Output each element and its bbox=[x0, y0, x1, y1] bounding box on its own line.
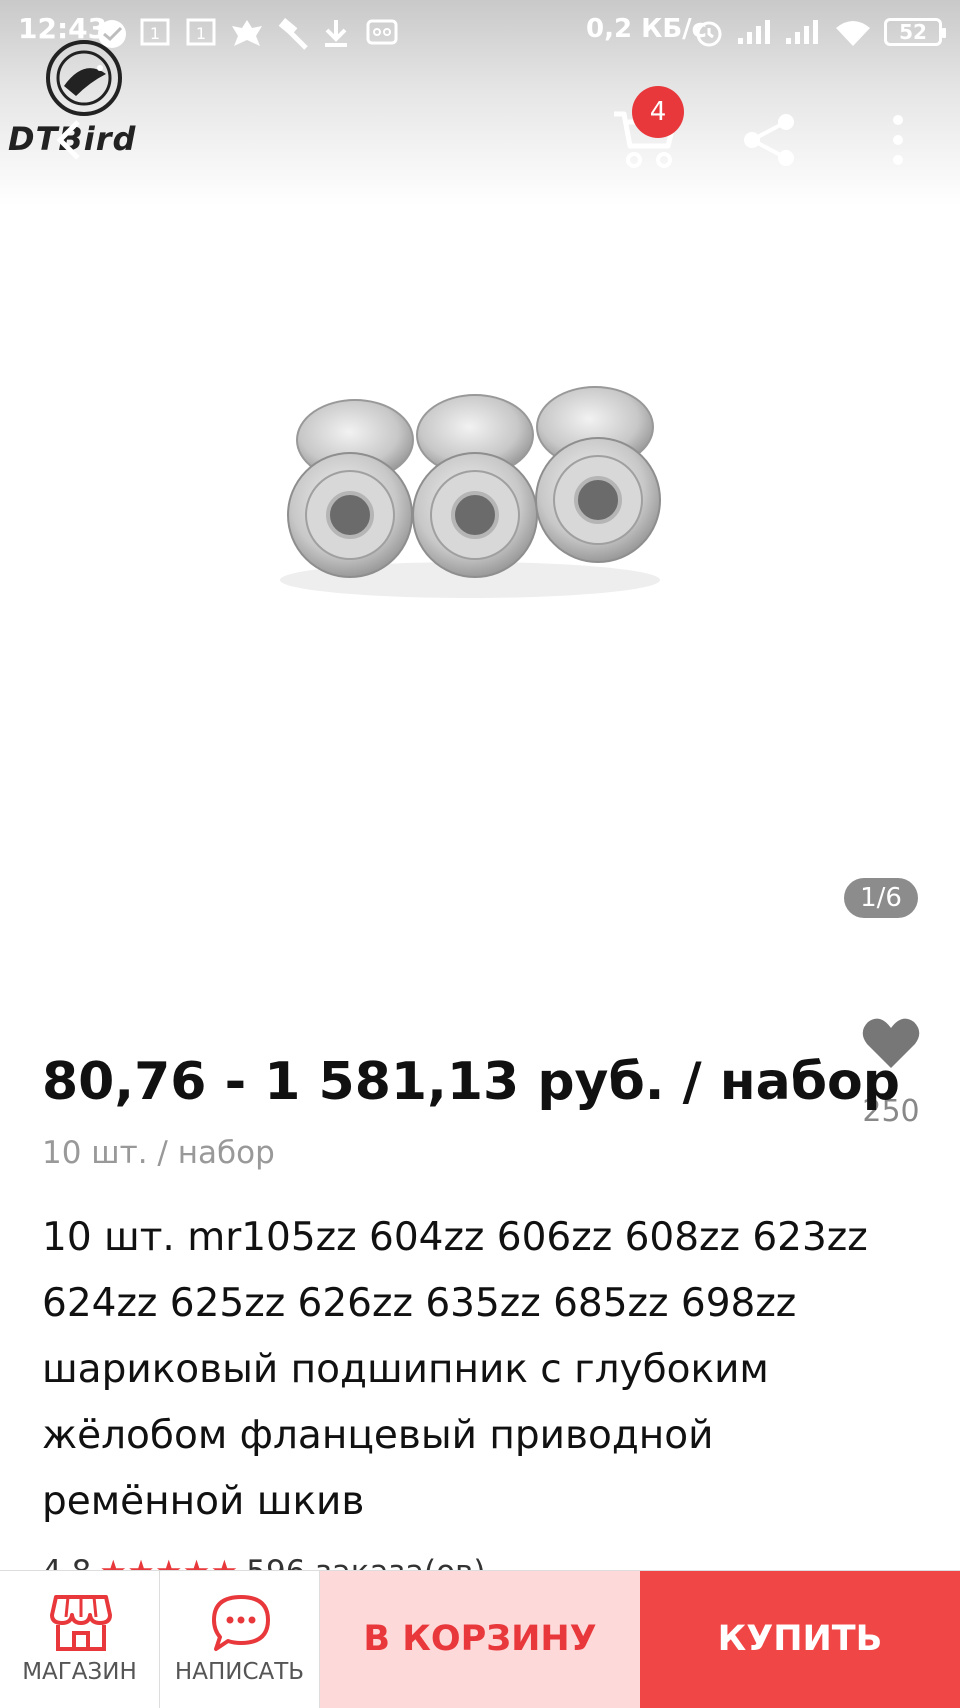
share-icon[interactable] bbox=[742, 112, 798, 168]
emblem-icon bbox=[230, 18, 264, 52]
cart-count-badge: 4 bbox=[632, 86, 684, 138]
product-price: 80,76 - 1 581,13 руб. / набор bbox=[42, 1052, 900, 1112]
sim2-icon: 1 bbox=[186, 18, 216, 50]
buy-now-button[interactable]: КУПИТЬ bbox=[640, 1571, 960, 1708]
bottom-action-bar: МАГАЗИН НАПИСАТЬ В КОРЗИНУ КУПИТЬ bbox=[0, 1570, 960, 1708]
signal1-icon bbox=[736, 18, 774, 50]
store-button[interactable]: МАГАЗИН bbox=[0, 1571, 160, 1708]
store-label: МАГАЗИН bbox=[22, 1659, 137, 1685]
battery-indicator: 52 bbox=[884, 18, 946, 46]
download-icon bbox=[322, 18, 350, 52]
network-speed: 0,2 КБ/с bbox=[586, 14, 708, 44]
signal2-icon bbox=[784, 18, 822, 50]
message-label: НАПИСАТЬ bbox=[174, 1659, 305, 1685]
back-icon[interactable] bbox=[54, 118, 84, 166]
product-title: 10 шт. mr105zz 604zz 606zz 608zz 623zz 6… bbox=[42, 1215, 868, 1524]
product-image-gallery[interactable] bbox=[0, 205, 960, 1010]
voicemail-icon bbox=[366, 18, 398, 50]
store-icon bbox=[50, 1593, 112, 1653]
gallery-pager: 1/6 bbox=[844, 878, 918, 918]
chat-icon bbox=[210, 1593, 272, 1653]
top-header: 12:43 1 1 0,2 КБ/с 52 DTBird 4 bbox=[0, 0, 960, 205]
alarm-icon bbox=[694, 18, 724, 52]
svg-text:1: 1 bbox=[196, 24, 206, 43]
product-unit: 10 шт. / набор bbox=[42, 1135, 275, 1171]
more-options-icon[interactable] bbox=[880, 112, 916, 168]
wifi-icon bbox=[834, 18, 872, 52]
product-photo bbox=[280, 386, 661, 598]
hammer-icon bbox=[276, 18, 310, 54]
add-to-cart-button[interactable]: В КОРЗИНУ bbox=[320, 1571, 640, 1708]
message-button[interactable]: НАПИСАТЬ bbox=[160, 1571, 320, 1708]
